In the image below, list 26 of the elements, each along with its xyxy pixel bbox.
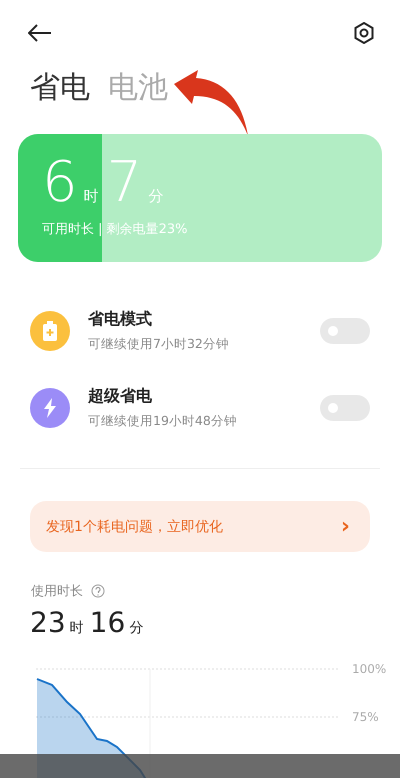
settings-icon[interactable]	[354, 22, 374, 44]
minutes-value: 7	[106, 154, 142, 212]
battery-caption: 可用时长 | 剩余电量23%	[42, 221, 189, 238]
axis-label: 100%	[352, 662, 386, 676]
usage-hours-unit: 时	[70, 619, 84, 637]
hours-unit: 时	[84, 187, 99, 206]
optimize-banner[interactable]: 发现1个耗电问题，立即优化 ›	[30, 501, 370, 552]
usage-minutes-unit: 分	[129, 619, 144, 637]
battery-icon	[43, 321, 57, 341]
mode-subtitle: 可继续使用7小时32分钟	[88, 336, 230, 353]
mode-title: 省电模式	[88, 309, 153, 330]
usage-minutes: 16	[90, 606, 126, 639]
tab[interactable]: 电池	[108, 70, 168, 106]
chevron-icon: ›	[340, 514, 350, 539]
banner-text: 发现1个耗电问题，立即优化	[46, 518, 223, 536]
usage-hours: 23	[30, 606, 66, 639]
lightning-icon	[43, 398, 57, 418]
hours-value: 6	[42, 154, 78, 212]
tab[interactable]: 省电	[30, 70, 90, 106]
axis-label: 75%	[352, 710, 379, 724]
minutes-unit: 分	[148, 187, 164, 206]
usage-label: 使用时长	[31, 583, 83, 600]
help-icon[interactable]	[91, 584, 105, 598]
mode-title: 超级省电	[88, 386, 153, 407]
mode-subtitle: 可继续使用19小时48分钟	[88, 413, 238, 430]
back-arrow-icon[interactable]	[28, 24, 52, 42]
